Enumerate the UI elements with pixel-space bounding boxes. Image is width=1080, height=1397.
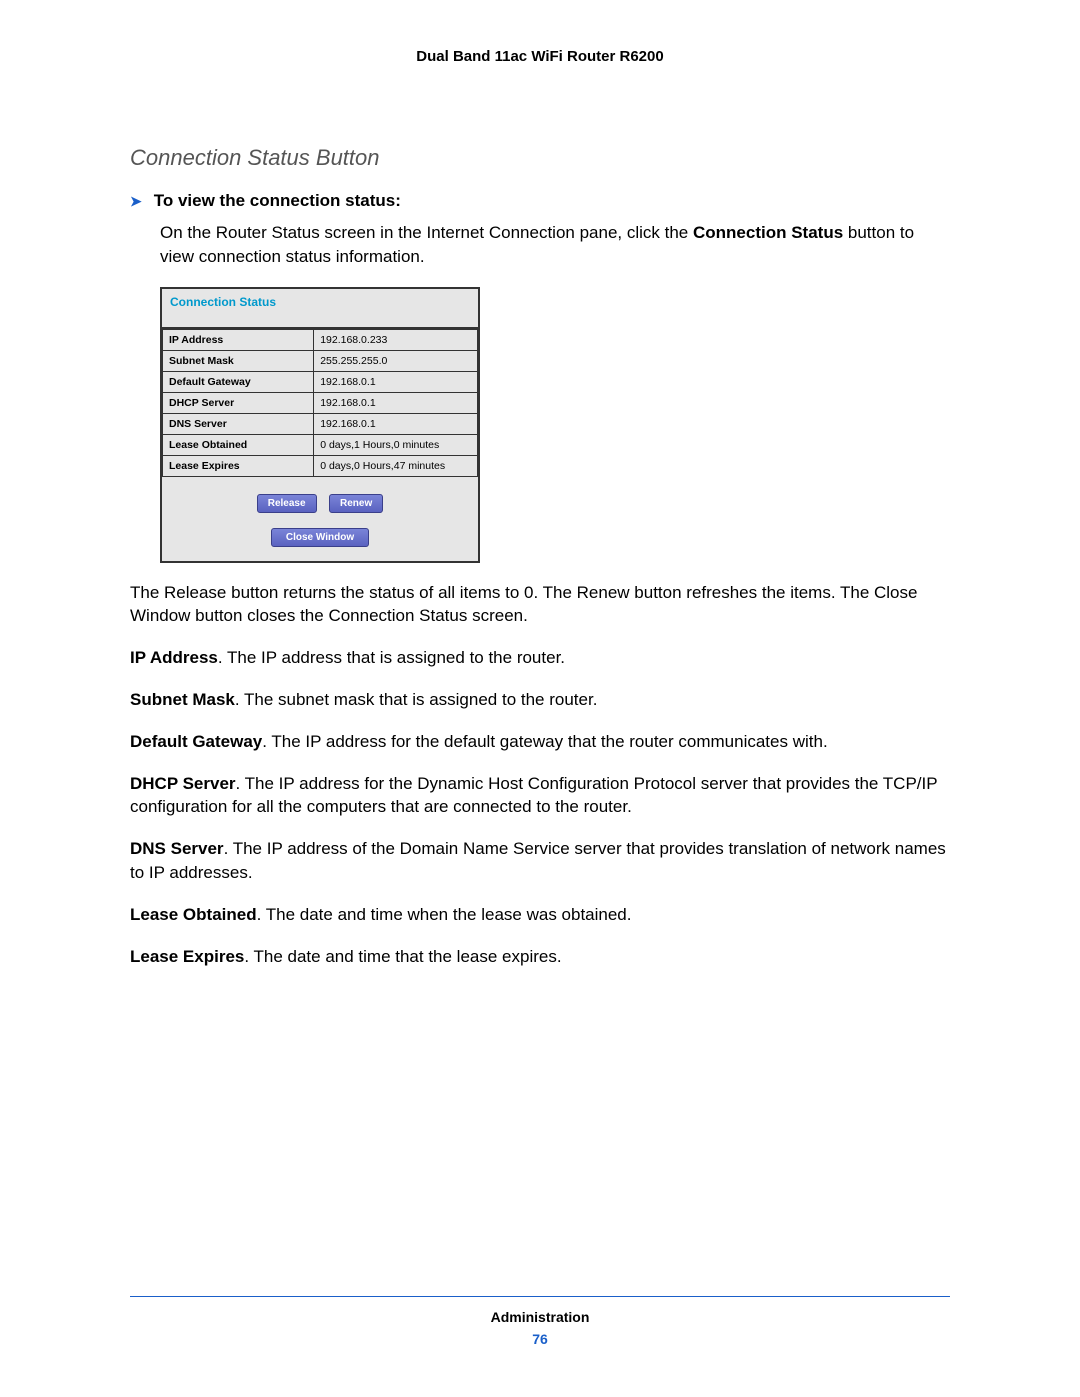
definition-paragraph: DHCP Server. The IP address for the Dyna… [130,772,950,820]
row-label: Subnet Mask [163,350,314,371]
definition-paragraph: Default Gateway. The IP address for the … [130,730,950,754]
row-value: 0 days,0 Hours,47 minutes [314,455,478,476]
table-row: IP Address192.168.0.233 [163,329,478,350]
table-row: Subnet Mask255.255.255.0 [163,350,478,371]
row-value: 192.168.0.233 [314,329,478,350]
def-term: IP Address [130,648,218,667]
table-row: Default Gateway192.168.0.1 [163,371,478,392]
screenshot-title: Connection Status [162,289,478,329]
page-footer: Administration 76 [130,1296,950,1347]
section-heading: Connection Status Button [130,145,950,171]
intro-prefix: On the Router Status screen in the Inter… [160,223,693,242]
def-desc: . The IP address for the default gateway… [262,732,827,751]
row-label: Default Gateway [163,371,314,392]
definition-paragraph: DNS Server. The IP address of the Domain… [130,837,950,885]
def-desc: . The date and time when the lease was o… [257,905,632,924]
intro-bold: Connection Status [693,223,843,242]
row-value: 0 days,1 Hours,0 minutes [314,434,478,455]
release-button[interactable]: Release [257,494,317,513]
def-desc: . The subnet mask that is assigned to th… [235,690,598,709]
def-desc: . The date and time that the lease expir… [244,947,561,966]
step-line: ➤ To view the connection status: [130,191,950,211]
def-term: Default Gateway [130,732,262,751]
definition-paragraph: Lease Expires. The date and time that th… [130,945,950,969]
def-desc: . The IP address that is assigned to the… [218,648,565,667]
definition-paragraph: Lease Obtained. The date and time when t… [130,903,950,927]
row-label: DNS Server [163,413,314,434]
after-screenshot-paragraph: The Release button returns the status of… [130,581,950,629]
def-term: Lease Expires [130,947,244,966]
table-row: Lease Obtained0 days,1 Hours,0 minutes [163,434,478,455]
row-value: 192.168.0.1 [314,413,478,434]
connection-status-screenshot: Connection Status IP Address192.168.0.23… [160,287,480,563]
row-label: IP Address [163,329,314,350]
table-row: DHCP Server192.168.0.1 [163,392,478,413]
row-value: 255.255.255.0 [314,350,478,371]
def-desc: . The IP address for the Dynamic Host Co… [130,774,937,817]
row-label: Lease Expires [163,455,314,476]
definition-paragraph: Subnet Mask. The subnet mask that is ass… [130,688,950,712]
def-term: Subnet Mask [130,690,235,709]
row-value: 192.168.0.1 [314,371,478,392]
def-term: DHCP Server [130,774,236,793]
chevron-right-icon: ➤ [130,194,142,208]
button-row-bottom: Close Window [162,523,478,561]
definition-paragraph: IP Address. The IP address that is assig… [130,646,950,670]
intro-paragraph: On the Router Status screen in the Inter… [160,221,950,269]
footer-section: Administration [130,1309,950,1325]
table-row: Lease Expires0 days,0 Hours,47 minutes [163,455,478,476]
step-label: To view the connection status: [154,191,401,211]
def-term: Lease Obtained [130,905,257,924]
button-row-top: Release Renew [162,477,478,523]
row-value: 192.168.0.1 [314,392,478,413]
def-desc: . The IP address of the Domain Name Serv… [130,839,946,882]
document-header: Dual Band 11ac WiFi Router R6200 [130,48,950,65]
row-label: DHCP Server [163,392,314,413]
footer-page-number: 76 [130,1331,950,1347]
connection-status-table: IP Address192.168.0.233 Subnet Mask255.2… [162,329,478,477]
table-row: DNS Server192.168.0.1 [163,413,478,434]
close-window-button[interactable]: Close Window [271,528,369,547]
row-label: Lease Obtained [163,434,314,455]
renew-button[interactable]: Renew [329,494,383,513]
def-term: DNS Server [130,839,224,858]
